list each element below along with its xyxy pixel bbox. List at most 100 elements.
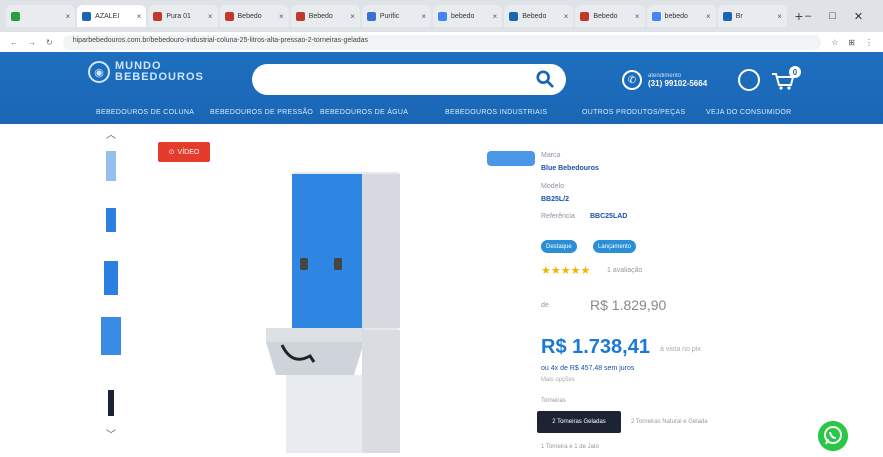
tab-close-icon[interactable]: × (66, 12, 71, 21)
rating-stars[interactable]: ★★★★★ (541, 264, 590, 277)
product-image[interactable] (262, 170, 402, 453)
nav-item-outros[interactable]: OUTROS PRODUTOS/PEÇAS (582, 109, 685, 116)
browser-tab[interactable]: bebedo × (646, 5, 716, 27)
thumbnail-4[interactable] (96, 314, 126, 358)
tab-close-icon[interactable]: × (493, 12, 498, 21)
site-header: ◉ MUNDO BEBEDOUROS ✆ atendimento (31) 99… (0, 52, 883, 124)
user-icon[interactable] (738, 69, 760, 91)
tab-close-icon[interactable]: × (777, 12, 782, 21)
thumbnail-5[interactable] (96, 381, 126, 425)
brand-value[interactable]: Blue Bebedouros (541, 165, 599, 172)
browser-tab[interactable]: AZALEI × (77, 5, 147, 27)
reference-label: Referência (541, 213, 575, 220)
phone-contact[interactable]: ✆ atendimento (31) 99102-5664 (622, 70, 707, 90)
phone-number: (31) 99102-5664 (648, 78, 708, 88)
new-tab-button[interactable]: + (795, 8, 803, 24)
tab-close-icon[interactable]: × (635, 12, 640, 21)
price-note: à vista no pix (660, 346, 701, 353)
installments-text: ou 4x de R$ 457,48 sem juros (541, 365, 635, 372)
browser-tab[interactable]: Br × (717, 5, 787, 27)
tab-favicon-icon (11, 11, 20, 21)
menu-icon[interactable]: ⋮ (865, 38, 873, 47)
tab-title: Br (735, 12, 743, 20)
tab-title: bebedo (664, 12, 688, 20)
tab-favicon-icon (438, 11, 448, 21)
tab-title: Bebedo (308, 12, 333, 20)
tab-favicon-icon (722, 11, 732, 21)
tab-title: Bebedo (522, 12, 547, 20)
category-nav: BEBEDOUROS DE COLUNA BEBEDOUROS DE PRESS… (0, 102, 883, 122)
payment-options-link[interactable]: Mais opções (541, 377, 575, 383)
tab-close-icon[interactable]: × (421, 12, 426, 21)
close-window-icon[interactable]: ✕ (854, 10, 863, 23)
video-button[interactable]: ⊙ VÍDEO (158, 142, 210, 162)
star-icon[interactable]: ☆ (831, 38, 838, 47)
maximize-icon[interactable]: □ (829, 10, 836, 23)
tab-close-icon[interactable]: × (564, 12, 569, 21)
nav-item-industriais[interactable]: BEBEDOUROS INDUSTRIAIS (445, 109, 547, 116)
browser-tab[interactable]: Bebedo × (290, 5, 360, 27)
tab-close-icon[interactable]: × (137, 12, 142, 21)
nav-item-coluna[interactable]: BEBEDOUROS DE COLUNA (96, 109, 194, 116)
browser-tab[interactable]: Bebedo × (219, 5, 289, 27)
highlight-badge: Destaque (541, 240, 577, 253)
cart-count-badge: 0 (789, 66, 801, 78)
minimize-icon[interactable]: – (805, 10, 811, 23)
window-controls: – □ ✕ (805, 10, 883, 23)
tab-favicon-icon (224, 11, 234, 21)
logo-line-2: BEBEDOUROS (115, 71, 204, 83)
search-input[interactable] (266, 70, 526, 89)
chevron-down-icon[interactable]: ﹀ (106, 426, 116, 441)
option-natural-gelada[interactable]: 2 Torneiras Natural e Gelada (631, 419, 708, 425)
search-icon[interactable] (536, 70, 554, 88)
logo-drop-icon: ◉ (88, 61, 110, 83)
browser-tab[interactable]: Bebedo × (504, 5, 574, 27)
browser-tab[interactable]: × (6, 5, 76, 27)
browser-tab[interactable]: Purific × (361, 5, 432, 27)
tab-title: AZALEI (95, 12, 120, 20)
tab-close-icon[interactable]: × (350, 12, 355, 21)
thumbnail-1[interactable] (96, 144, 126, 188)
nav-item-pressao[interactable]: BEBEDOUROS DE PRESSÃO (210, 109, 313, 116)
tab-close-icon[interactable]: × (208, 12, 213, 21)
tab-favicon-icon (651, 11, 661, 21)
url-field[interactable]: hiparbebedouros.com.br/bebedouro-industr… (62, 34, 822, 50)
extension-icons: ☆ ⊞ ⋮ (831, 38, 873, 47)
tab-title: bebedo (451, 12, 475, 20)
back-icon[interactable]: ← (10, 38, 18, 47)
extensions-icon[interactable]: ⊞ (848, 38, 855, 47)
category-tag (487, 151, 535, 166)
nav-item-consumidor[interactable]: VEJA DO CONSUMIDOR (706, 109, 792, 116)
thumbnail-3[interactable] (96, 256, 126, 300)
tab-title: Pura 01 (166, 12, 191, 20)
thumbnail-2[interactable] (96, 198, 126, 242)
tab-close-icon[interactable]: × (706, 12, 711, 21)
model-label: Modelo (541, 183, 564, 190)
browser-tab[interactable]: bebedo × (433, 5, 503, 27)
tab-favicon-icon (509, 11, 519, 21)
thumbnail-strip: ︿ ﹀ (92, 126, 132, 446)
review-count[interactable]: 1 avaliação (607, 267, 642, 274)
whatsapp-float-icon[interactable] (818, 421, 848, 451)
tab-close-icon[interactable]: × (279, 12, 284, 21)
reference-value: BBC25LAD (590, 213, 628, 220)
option-torneira-jato[interactable]: 1 Torneira e 1 de Jato (541, 444, 599, 450)
browser-tab[interactable]: Pura 01 × (148, 5, 218, 27)
old-price: R$ 1.829,90 (590, 297, 667, 313)
site-logo[interactable]: ◉ MUNDO BEBEDOUROS (88, 61, 204, 83)
tab-favicon-icon (153, 11, 163, 21)
tab-favicon-icon (295, 11, 305, 21)
forward-icon[interactable]: → (28, 38, 36, 47)
phone-label: atendimento (648, 72, 682, 79)
option-2-torneiras-geladas[interactable]: 2 Torneiras Geladas (537, 411, 621, 433)
search-box (252, 64, 566, 95)
tab-title: Purific (379, 12, 400, 20)
nav-item-agua[interactable]: BEBEDOUROS DE ÁGUA (320, 109, 408, 116)
tab-favicon-icon (82, 11, 92, 21)
play-icon: ⊙ (168, 149, 175, 156)
chevron-up-icon[interactable]: ︿ (106, 126, 116, 141)
video-label: VÍDEO (177, 148, 200, 156)
tab-title: Bebedo (237, 12, 262, 20)
browser-tab[interactable]: Bebedo × (575, 5, 645, 27)
reload-icon[interactable]: ↻ (46, 38, 53, 47)
